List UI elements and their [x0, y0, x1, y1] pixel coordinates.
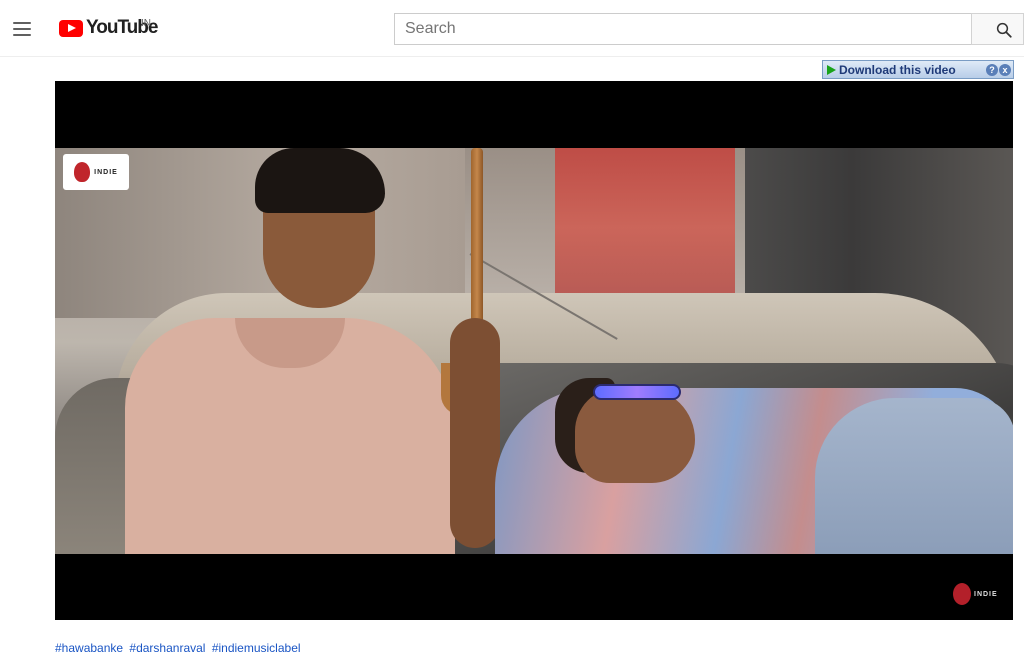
download-video-button[interactable]: Download this video	[823, 61, 985, 78]
masthead: YouTube IN	[0, 0, 1024, 57]
hashtag-link[interactable]: #darshanraval	[129, 641, 205, 655]
video-player[interactable]: INDIE INDIE	[55, 81, 1013, 620]
hashtag-row: #hawabanke #darshanraval #indiemusiclabe…	[55, 641, 304, 655]
magnifier-icon	[996, 22, 1012, 38]
download-label: Download this video	[839, 62, 956, 77]
channel-watermark[interactable]: INDIE	[953, 583, 998, 605]
watermark-text: INDIE	[974, 590, 998, 598]
channel-logo-overlay: INDIE	[63, 154, 129, 190]
youtube-play-icon	[59, 19, 83, 37]
hashtag-link[interactable]: #indiemusiclabel	[212, 641, 301, 655]
indie-watermark-icon	[953, 583, 971, 605]
help-button[interactable]: ?	[986, 63, 998, 76]
hamburger-menu-icon[interactable]	[10, 17, 34, 41]
search-input[interactable]	[394, 13, 971, 45]
overlay-logo-text: INDIE	[94, 168, 118, 176]
search-box	[394, 13, 1024, 45]
logo-region-code: IN	[141, 18, 151, 29]
indie-logo-icon	[74, 162, 91, 182]
hashtag-link[interactable]: #hawabanke	[55, 641, 123, 655]
play-arrow-icon	[827, 64, 836, 75]
search-button[interactable]	[971, 13, 1024, 45]
download-helper-bar: Download this video ? x	[822, 60, 1014, 79]
close-button[interactable]: x	[999, 63, 1011, 76]
video-frame: INDIE	[55, 148, 1013, 554]
